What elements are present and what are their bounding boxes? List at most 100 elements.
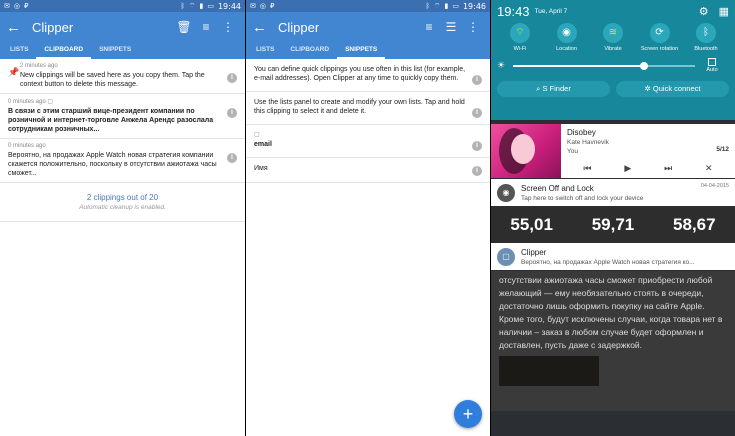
- clipper-notification[interactable]: ▢ Clipper Вероятно, на продажах Apple Wa…: [491, 243, 735, 270]
- snippet-text: You can define quick clippings you use o…: [254, 66, 466, 82]
- notif-date: 04-04-2015: [700, 183, 729, 189]
- notification-shade: 19:43 Tue, April 7 ⚙ ▦ ⌔ Wi-Fi ◉ Location ≋…: [491, 0, 735, 436]
- tab-clipboard[interactable]: CLIPBOARD: [36, 42, 92, 59]
- notification-icon: ◎: [259, 2, 266, 10]
- brightness-auto-toggle[interactable]: Auto: [695, 58, 729, 73]
- album-art: [491, 124, 561, 178]
- wifi-icon: ⌔: [433, 1, 441, 10]
- stock-value: 58,67: [673, 214, 716, 234]
- article-image: [499, 356, 599, 386]
- toggle-location[interactable]: ◉ Location: [544, 23, 590, 52]
- music-notification[interactable]: Disobey Kate Havnevik You 5/12 ⏮ ▶ ⏭ ✕: [491, 124, 735, 178]
- info-icon[interactable]: i: [227, 108, 237, 118]
- track-title: Disobey: [567, 128, 596, 137]
- clipping-count: 2 clippings out of 20: [86, 193, 159, 202]
- clipping-time: 0 minutes ago: [8, 99, 46, 105]
- bluetooth-icon: ᛒ: [425, 2, 430, 10]
- app-title: Clipper: [278, 19, 320, 35]
- clipping-item[interactable]: 0 minutes ago Вероятно, на продажах Appl…: [0, 139, 245, 183]
- toggle-label: Bluetooth: [694, 46, 718, 52]
- lock-app-icon: ◉: [497, 183, 515, 202]
- delete-icon[interactable]: 🗑: [173, 20, 195, 34]
- list-icon[interactable]: ☰: [440, 20, 462, 34]
- clipping-item[interactable]: 0 minutes ago ▢ В связи с этим старший в…: [0, 94, 245, 139]
- brightness-row: ☀ Auto: [497, 58, 729, 73]
- status-bar: ✉ ◎ ₽ ᛒ ⌔ ▮ ▭ 19:44: [0, 0, 245, 12]
- tab-bar: LISTS CLIPBOARD SNIPPETS: [0, 42, 245, 59]
- clipping-text: New clippings will be saved here as you …: [20, 72, 205, 88]
- info-icon[interactable]: i: [227, 153, 237, 163]
- app-bar: ← Clipper 🗑 ≡ ⋮: [0, 12, 245, 42]
- bluetooth-icon: ᛒ: [696, 23, 716, 43]
- signal-icon: ▮: [444, 2, 449, 10]
- notification-icon: ✉: [4, 2, 10, 10]
- rotation-icon: ⟳: [649, 23, 670, 43]
- clipping-time: 2 minutes ago: [20, 63, 58, 69]
- s-finder-button[interactable]: ⌕ S Finder: [497, 81, 610, 97]
- info-icon[interactable]: i: [472, 108, 482, 118]
- notif-subtitle: Вероятно, на продажах Apple Watch новая …: [521, 258, 695, 266]
- search-icon: ⌕: [536, 84, 541, 93]
- battery-icon: ▭: [452, 2, 459, 10]
- wifi-icon: ⌔: [510, 23, 530, 43]
- snippet-item[interactable]: Use the lists panel to create and modify…: [246, 92, 490, 125]
- previous-track-icon[interactable]: ⏮: [583, 163, 591, 174]
- pin-icon: 📌: [8, 67, 20, 77]
- shade-date: Tue, April 7: [534, 7, 568, 15]
- status-bar: ✉ ◎ ₽ ᛒ ⌔ ▮ ▭ 19:46: [246, 0, 490, 12]
- quick-connect-button[interactable]: ✲ Quick connect: [616, 81, 729, 97]
- snippet-item[interactable]: ▢ email i: [246, 125, 490, 158]
- close-icon[interactable]: ✕: [705, 163, 713, 174]
- back-arrow-icon[interactable]: ←: [252, 19, 270, 36]
- track-artist: Kate Havnevik: [567, 139, 609, 146]
- clipping-item[interactable]: 📌 2 minutes ago New clippings will be sa…: [0, 59, 245, 94]
- next-track-icon[interactable]: ⏭: [664, 163, 672, 174]
- overflow-menu-icon[interactable]: ⋮: [462, 20, 484, 34]
- location-icon: ◉: [556, 23, 577, 43]
- wifi-icon: ⌔: [188, 1, 196, 10]
- overflow-menu-icon[interactable]: ⋮: [217, 20, 239, 34]
- tab-lists[interactable]: LISTS: [2, 42, 36, 59]
- toggle-label: Wi-Fi: [513, 46, 527, 52]
- notification-icon: ₽: [23, 2, 29, 10]
- quick-connect-icon: ✲: [644, 84, 651, 93]
- toggle-label: Vibrate: [604, 46, 622, 52]
- app-title: Clipper: [32, 19, 74, 35]
- info-icon[interactable]: i: [227, 73, 237, 83]
- toggle-label: Location: [556, 46, 577, 52]
- toggle-wifi[interactable]: ⌔ Wi-Fi: [497, 23, 543, 52]
- brightness-slider[interactable]: [513, 61, 695, 70]
- play-icon[interactable]: ▶: [624, 163, 631, 174]
- info-icon[interactable]: i: [472, 141, 482, 151]
- tab-snippets[interactable]: SNIPPETS: [91, 42, 139, 59]
- tab-clipboard[interactable]: CLIPBOARD: [282, 42, 337, 59]
- snippet-text: email: [254, 141, 272, 148]
- toggle-bluetooth[interactable]: ᛒ Bluetooth: [683, 23, 729, 52]
- notif-title: Screen Off and Lock: [521, 183, 594, 193]
- snippet-item[interactable]: Имя i: [246, 158, 490, 183]
- settings-gear-icon[interactable]: ⚙: [699, 5, 709, 18]
- clipboard-icon: ▢: [254, 132, 260, 138]
- sort-icon[interactable]: ≡: [195, 20, 217, 34]
- quick-settings: 19:43 Tue, April 7 ⚙ ▦ ⌔ Wi-Fi ◉ Location ≋…: [491, 0, 735, 120]
- tab-snippets[interactable]: SNIPPETS: [337, 42, 386, 59]
- sort-icon[interactable]: ≡: [418, 20, 440, 34]
- notification-icon: ₽: [269, 2, 275, 10]
- snippet-item[interactable]: You can define quick clippings you use o…: [246, 59, 490, 92]
- toggle-vibrate[interactable]: ≋ Vibrate: [590, 23, 636, 52]
- toggle-rotation[interactable]: ⟳ Screen rotation: [637, 23, 683, 52]
- info-icon[interactable]: i: [472, 75, 482, 85]
- add-snippet-button[interactable]: +: [454, 400, 482, 428]
- brightness-knob[interactable]: [640, 61, 649, 70]
- tab-lists[interactable]: LISTS: [248, 42, 282, 59]
- info-icon[interactable]: i: [472, 166, 482, 176]
- bluetooth-icon: ᛒ: [180, 2, 185, 10]
- grid-icon[interactable]: ▦: [719, 5, 729, 18]
- snippet-text: Use the lists panel to create and modify…: [254, 99, 465, 115]
- toggle-label: Screen rotation: [640, 46, 679, 52]
- back-arrow-icon[interactable]: ←: [6, 19, 24, 36]
- checkbox-icon: [708, 58, 716, 66]
- screen-off-notification[interactable]: ◉ Screen Off and Lock Tap here to switch…: [491, 179, 735, 206]
- stock-value: 59,71: [591, 214, 635, 234]
- background-article: отсутствии ажиотажа часы сможет приобрес…: [491, 271, 735, 411]
